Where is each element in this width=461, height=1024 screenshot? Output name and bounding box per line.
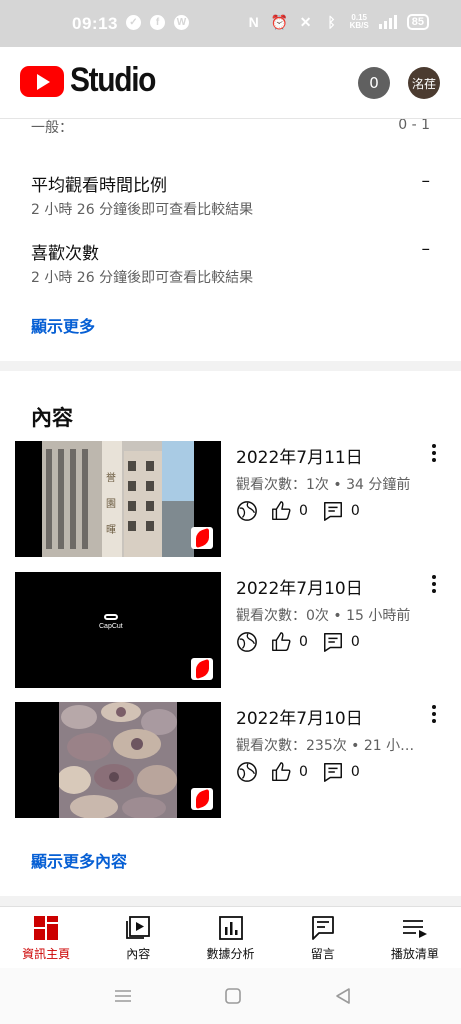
metric-row-partial: 一般： 0 - 1: [31, 119, 430, 145]
section-divider: [0, 361, 461, 371]
likes-count: 0: [299, 634, 308, 650]
video-stats: 0 0: [236, 760, 374, 784]
video-meta: 觀看次數：0次 • 15 小時前: [236, 608, 411, 624]
globe-icon: [237, 632, 257, 652]
globe-icon: [237, 501, 257, 521]
metric-subtitle: 一般：: [31, 120, 73, 136]
bottom-navigation: 資訊主頁 內容 數據分析 留言 播放清單: [0, 906, 461, 968]
likes-count: 0: [299, 503, 308, 519]
mute-icon: ✕: [299, 13, 312, 30]
wordpress-icon: W: [174, 15, 189, 30]
comment-icon: [323, 502, 342, 521]
more-options-icon[interactable]: [428, 574, 440, 594]
svg-text:誉: 誉: [106, 471, 116, 484]
show-more-content-link[interactable]: 顯示更多內容: [31, 848, 127, 872]
signal-icon: [378, 15, 397, 29]
video-meta: 觀看次數：1次 • 34 分鐘前: [236, 477, 411, 493]
network-speed: 0.15 KB/S: [349, 13, 369, 30]
shorts-icon: [191, 658, 213, 680]
video-item[interactable]: CapCut 2022年7月10日 觀看次數：0次 • 15 小時前 0 0: [0, 572, 461, 690]
section-divider: [0, 896, 461, 906]
video-stats: 0 0: [236, 499, 374, 523]
system-navigation-bar: [0, 968, 461, 1024]
capcut-watermark: CapCut: [99, 614, 123, 630]
notifications-button[interactable]: 0: [358, 67, 390, 99]
metric-value: 0 - 1: [398, 119, 430, 133]
nav-label: 播放清單: [390, 947, 439, 961]
nav-item-content[interactable]: 內容: [92, 907, 184, 968]
dashboard-icon: [34, 916, 59, 940]
video-title: 2022年7月10日: [236, 709, 363, 729]
video-thumbnail[interactable]: [15, 702, 221, 818]
video-thumbnail[interactable]: 誉 園 暉: [15, 441, 221, 557]
globe-icon: [237, 762, 257, 782]
video-thumbnail[interactable]: CapCut: [15, 572, 221, 688]
battery-indicator: 85: [406, 14, 429, 30]
comments-count: 0: [350, 634, 360, 650]
capcut-icon: [103, 614, 118, 620]
nav-label: 內容: [126, 947, 151, 961]
facebook-icon: f: [150, 15, 165, 30]
more-options-icon[interactable]: [428, 443, 440, 463]
nfc-icon: N: [248, 14, 259, 30]
video-item[interactable]: 2022年7月10日 觀看次數：235次 • 21 小時前 0 0: [0, 702, 461, 820]
metric-row-likes[interactable]: 喜歡次數 2 小時 26 分鐘後即可查看比較結果 –: [31, 239, 430, 295]
status-time: 09:13: [72, 14, 118, 33]
nav-label: 留言: [310, 947, 335, 961]
show-more-metrics-link[interactable]: 顯示更多: [31, 313, 95, 337]
content-section-title: 內容: [31, 406, 73, 430]
nav-item-dashboard[interactable]: 資訊主頁: [0, 907, 92, 968]
channel-metrics: 一般： 0 - 1 平均觀看時間比例 2 小時 26 分鐘後即可查看比較結果 –…: [0, 119, 461, 361]
nav-item-analytics[interactable]: 數據分析: [184, 907, 276, 968]
thumbs-up-icon: [272, 501, 291, 520]
nav-label: 資訊主頁: [22, 947, 71, 961]
nav-item-playlists[interactable]: 播放清單: [369, 907, 461, 968]
building-image: 誉 園 暉: [42, 441, 194, 557]
comments-count: 0: [350, 503, 360, 519]
app-title: Studio: [70, 61, 156, 99]
video-title: 2022年7月11日: [236, 448, 363, 468]
home-icon[interactable]: [223, 986, 243, 1006]
svg-text:園: 園: [106, 498, 116, 510]
status-bar: 09:13 ✓ f W N ⏰ ✕ ᛒ 0.15 KB/S 85: [0, 0, 461, 47]
menu-icon[interactable]: [113, 986, 133, 1006]
metric-title: 喜歡次數: [31, 244, 99, 264]
comments-icon: [311, 916, 334, 940]
shells-image: [59, 702, 177, 818]
account-avatar[interactable]: 洺荏: [408, 67, 440, 99]
nav-item-comments[interactable]: 留言: [277, 907, 369, 968]
metric-value: –: [421, 239, 431, 259]
thumbs-up-icon: [272, 762, 291, 781]
comments-count: 0: [350, 764, 360, 780]
svg-text:暉: 暉: [106, 524, 116, 536]
shorts-icon: [191, 788, 213, 810]
check-circle-icon: ✓: [126, 15, 141, 30]
shorts-icon: [191, 527, 213, 549]
video-item[interactable]: 誉 園 暉 2022年7月11日 觀看次數：1次 • 34 分鐘前 0 0: [0, 441, 461, 559]
content-icon: [126, 916, 151, 939]
metric-title: 平均觀看時間比例: [31, 176, 167, 196]
metric-subtitle: 2 小時 26 分鐘後即可查看比較結果: [31, 270, 254, 286]
metric-subtitle: 2 小時 26 分鐘後即可查看比較結果: [31, 202, 254, 218]
comment-icon: [323, 633, 342, 652]
video-title: 2022年7月10日: [236, 579, 363, 599]
app-header: Studio 0 洺荏: [0, 47, 461, 119]
alarm-icon: ⏰: [270, 13, 289, 30]
comment-icon: [323, 763, 342, 782]
nav-label: 數據分析: [206, 947, 255, 961]
playlist-icon: [402, 920, 427, 938]
back-icon[interactable]: [333, 986, 353, 1006]
bluetooth-icon: ᛒ: [327, 14, 336, 30]
thumbs-up-icon: [272, 632, 291, 651]
likes-count: 0: [299, 764, 308, 780]
video-meta: 觀看次數：235次 • 21 小時前: [236, 738, 426, 754]
youtube-logo-icon[interactable]: [20, 66, 64, 97]
metric-row-avg-view-percentage[interactable]: 平均觀看時間比例 2 小時 26 分鐘後即可查看比較結果 –: [31, 171, 430, 227]
more-options-icon[interactable]: [428, 704, 440, 724]
metric-value: –: [421, 171, 431, 191]
analytics-icon: [218, 916, 243, 940]
video-stats: 0 0: [236, 630, 374, 654]
